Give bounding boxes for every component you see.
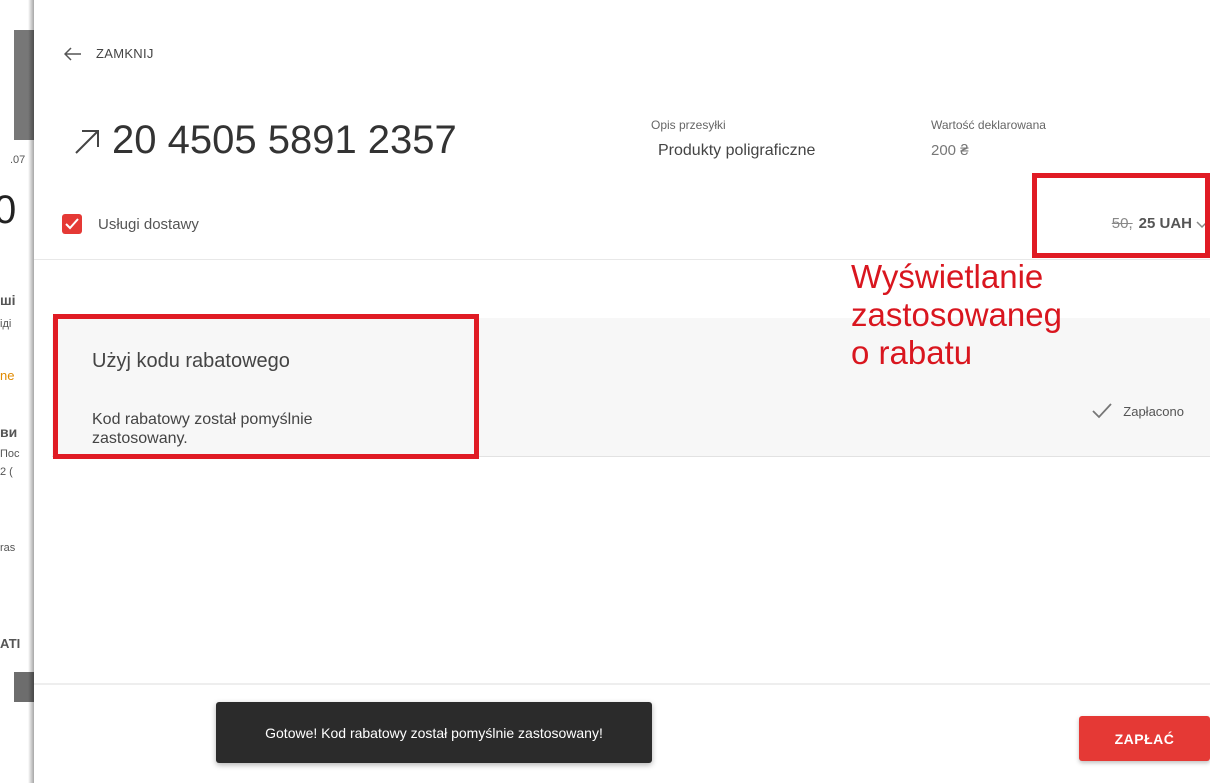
- background-fragment: Пос: [0, 448, 20, 460]
- delivery-services-label: Usługi dostawy: [98, 215, 199, 233]
- shipment-description: Opis przesyłki Produkty poligraficzne: [651, 118, 815, 160]
- description-label: Opis przesyłki: [651, 118, 726, 132]
- paid-status: Zapłacono: [1091, 402, 1184, 420]
- tracking-number: 20 4505 5891 2357: [70, 118, 457, 163]
- annotation-text: Wyświetlanie zastosowaneg o rabatu: [851, 258, 1062, 371]
- background-fragment: .07: [10, 154, 26, 166]
- declared-value: Wartość deklarowana 200 ₴: [931, 118, 1046, 159]
- discount-success-message: Kod rabatowy został pomyślnie zastosowan…: [92, 411, 313, 447]
- arrow-left-icon: [64, 46, 81, 61]
- background-fragment: ші: [0, 292, 16, 308]
- background-fragment: АТІ: [0, 636, 21, 651]
- delivery-services-checkbox[interactable]: [62, 214, 82, 234]
- background-fragment: 0: [0, 188, 17, 232]
- old-price: 50,: [1111, 215, 1133, 232]
- outgoing-arrow-icon: [75, 129, 99, 154]
- close-label: ZAMKNIJ: [96, 46, 154, 61]
- check-icon: [65, 218, 79, 230]
- background-page: .07 0 ші іді ne ви Пос 2 ( ras АТІ: [0, 0, 34, 783]
- declared-value-label: Wartość deklarowana: [931, 118, 1046, 132]
- snackbar-toast: Gotowe! Kod rabatowy został pomyślnie za…: [216, 702, 652, 763]
- chevron-down-icon: [1196, 220, 1208, 228]
- pay-button[interactable]: ZAPŁAĆ: [1079, 716, 1210, 761]
- delivery-price[interactable]: 50, 25 UAH: [1112, 215, 1208, 232]
- background-fragment: 2 (: [0, 466, 13, 478]
- divider: [34, 683, 1210, 685]
- paid-label: Zapłacono: [1123, 403, 1184, 419]
- discount-code-title[interactable]: Użyj kodu rabatowego: [92, 350, 290, 373]
- background-fragment: ви: [0, 424, 18, 440]
- background-fragment: ras: [0, 542, 16, 554]
- background-fragment: іді: [0, 318, 12, 330]
- declared-value-amount: 200 ₴: [931, 142, 969, 159]
- tracking-number-text: 20 4505 5891 2357: [112, 118, 457, 162]
- description-value: Produkty poligraficzne: [658, 142, 816, 159]
- new-price: 25 UAH: [1138, 215, 1192, 232]
- parcel-detail-panel: ZAMKNIJ 20 4505 5891 2357 Opis przesyłki…: [34, 0, 1210, 783]
- check-icon: [1092, 403, 1112, 419]
- background-fragment: ne: [0, 368, 15, 383]
- close-button[interactable]: ZAMKNIJ: [64, 46, 154, 61]
- delivery-services-row: Usługi dostawy: [62, 214, 199, 234]
